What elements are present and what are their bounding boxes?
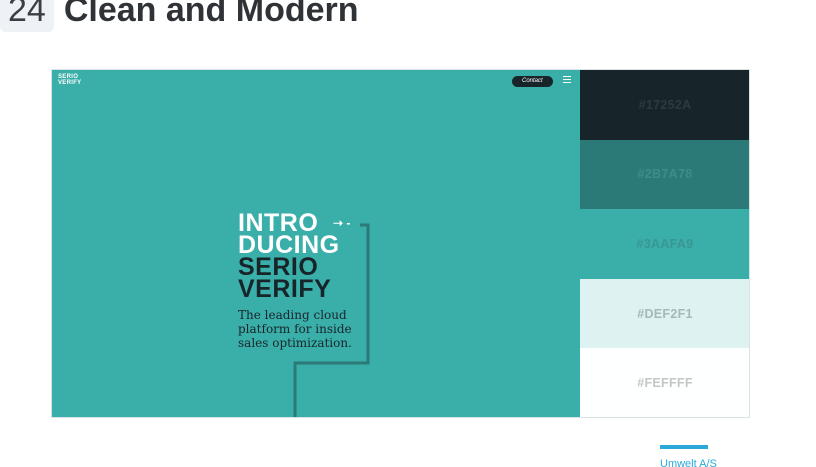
color-swatch: #3AAFA9 <box>580 209 749 279</box>
hero-headline: INTRO DUCING SERIO VERIFY <box>238 211 340 303</box>
color-swatch: #DEF2F1 <box>580 278 749 349</box>
page: 24 Clean and Modern SERIO VERIFY Contact… <box>0 0 816 467</box>
color-swatch: #17252A <box>580 70 749 140</box>
swatch-label: #17252A <box>638 97 692 112</box>
color-swatch: #2B7A78 <box>580 139 749 210</box>
credit-link[interactable]: Umwelt A/S <box>660 457 717 467</box>
color-swatch: #FEFFFF <box>580 348 749 417</box>
swatch-label: #2B7A78 <box>637 167 693 182</box>
section-title: Clean and Modern <box>63 0 359 29</box>
hero-panel: SERIO VERIFY Contact INTRO DUCING SERIO … <box>52 70 580 417</box>
section-number: 24 <box>0 0 54 32</box>
website-preview: SERIO VERIFY Contact INTRO DUCING SERIO … <box>51 69 750 418</box>
hero-tagline: The leading cloud platform for inside sa… <box>238 308 352 350</box>
color-palette: #17252A #2B7A78 #3AAFA9 #DEF2F1 #FEFFFF <box>580 70 749 417</box>
swatch-label: #3AAFA9 <box>636 236 694 251</box>
swatch-label: #DEF2F1 <box>637 306 693 321</box>
headline-line-4: VERIFY <box>238 275 332 303</box>
swatch-label: #FEFFFF <box>637 376 693 391</box>
section-header: 24 Clean and Modern <box>0 0 359 32</box>
arrow-icon: ➝ - <box>333 216 351 230</box>
link-underline-accent <box>660 445 708 449</box>
